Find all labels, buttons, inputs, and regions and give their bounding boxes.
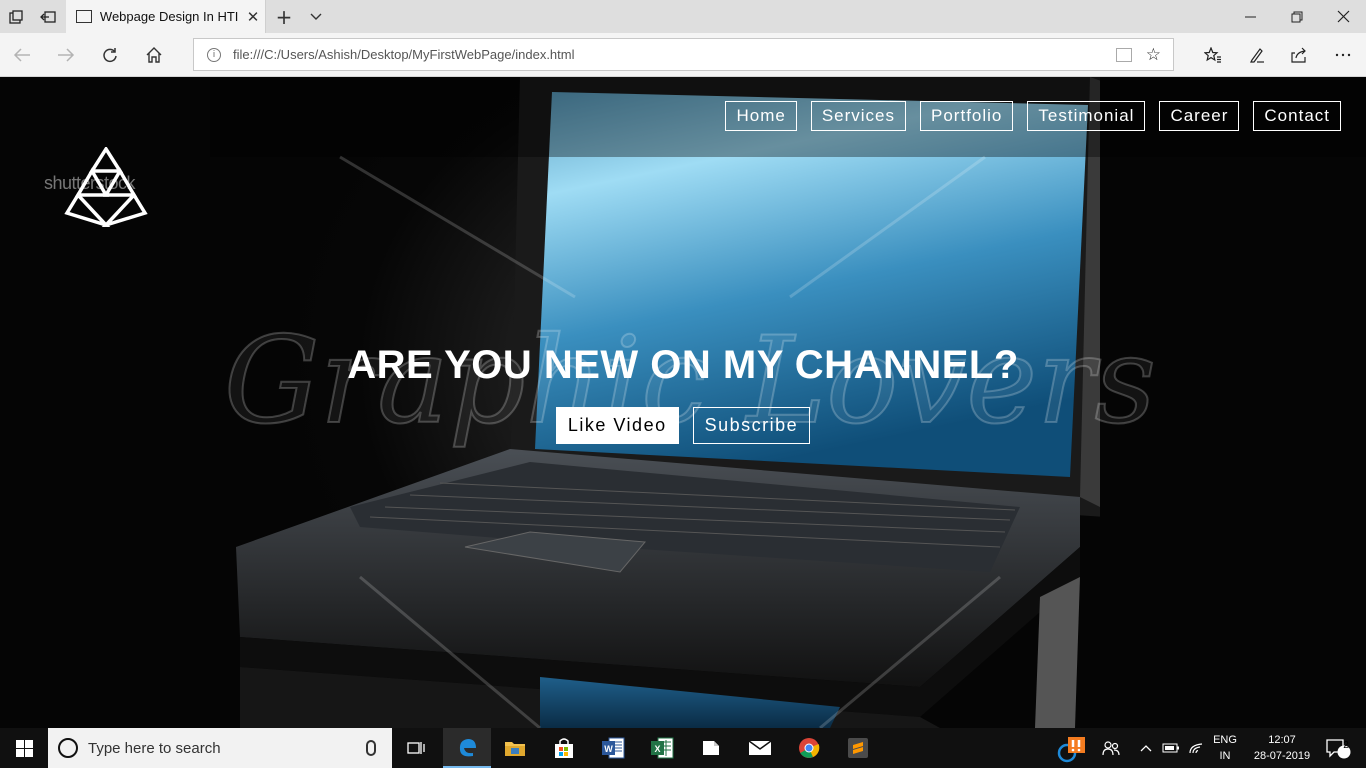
search-placeholder: Type here to search bbox=[88, 739, 221, 757]
cortana-icon bbox=[58, 738, 78, 758]
info-icon[interactable]: i bbox=[207, 47, 221, 62]
nav-contact-link[interactable]: Contact bbox=[1253, 101, 1341, 131]
clock-date: 28-07-2019 bbox=[1253, 750, 1311, 762]
windows-taskbar: Type here to search W X ENG IN 12:07 28-… bbox=[0, 728, 1366, 768]
nav-testimonial-link[interactable]: Testimonial bbox=[1027, 101, 1146, 131]
task-view-icon[interactable] bbox=[392, 728, 440, 768]
hero-section: ARE YOU NEW ON MY CHANNEL? bbox=[0, 343, 1366, 388]
windows-start-icon[interactable] bbox=[0, 728, 48, 768]
hero-buttons: Like Video Subscribe bbox=[0, 407, 1366, 444]
like-video-button[interactable]: Like Video bbox=[555, 407, 679, 444]
nav-home-link[interactable]: Home bbox=[725, 101, 797, 131]
main-nav: Home Services Portfolio Testimonial Care… bbox=[725, 101, 1341, 131]
language-region: IN bbox=[1219, 750, 1231, 762]
refresh-icon[interactable] bbox=[94, 39, 126, 71]
chevron-down-icon[interactable] bbox=[304, 0, 328, 33]
minimize-button[interactable] bbox=[1228, 0, 1274, 33]
battery-icon[interactable] bbox=[1160, 728, 1182, 768]
more-options-icon[interactable] bbox=[1326, 39, 1360, 71]
file-explorer-icon[interactable] bbox=[491, 728, 539, 768]
close-tab-icon[interactable]: ✕ bbox=[241, 8, 265, 26]
browser-toolbar: i file:///C:/Users/Ashish/Desktop/MyFirs… bbox=[0, 33, 1366, 77]
restore-button[interactable] bbox=[1274, 0, 1320, 33]
nav-services-link[interactable]: Services bbox=[810, 101, 907, 131]
action-center-icon[interactable]: 2 bbox=[1318, 728, 1358, 768]
clock-time: 12:07 bbox=[1268, 734, 1296, 746]
browser-tab[interactable]: Webpage Design In HTI ✕ bbox=[66, 0, 266, 33]
notepad-icon[interactable] bbox=[687, 728, 735, 768]
nav-portfolio-link[interactable]: Portfolio bbox=[920, 101, 1014, 131]
wifi-icon[interactable] bbox=[1184, 728, 1208, 768]
sublime-text-icon[interactable] bbox=[834, 728, 882, 768]
excel-icon[interactable]: X bbox=[638, 728, 686, 768]
tab-preview-icon[interactable] bbox=[0, 0, 32, 33]
address-bar[interactable]: i file:///C:/Users/Ashish/Desktop/MyFirs… bbox=[193, 38, 1174, 71]
word-icon[interactable]: W bbox=[589, 728, 637, 768]
system-clock[interactable]: 12:07 28-07-2019 bbox=[1250, 728, 1314, 768]
favorites-hub-icon[interactable] bbox=[1196, 39, 1230, 71]
language-code: ENG bbox=[1213, 734, 1237, 746]
url-text[interactable]: file:///C:/Users/Ashish/Desktop/MyFirstW… bbox=[233, 47, 1116, 62]
favorite-star-icon[interactable]: ☆ bbox=[1146, 45, 1161, 65]
close-window-button[interactable] bbox=[1320, 0, 1366, 33]
forward-icon[interactable] bbox=[50, 39, 82, 71]
tab-title: Webpage Design In HTI bbox=[99, 9, 239, 24]
new-tab-button[interactable]: + bbox=[272, 0, 296, 33]
webpage-viewport: Graphic Lovers shutterstock Home Service… bbox=[0, 77, 1366, 728]
share-icon[interactable] bbox=[1282, 39, 1316, 71]
reading-view-icon[interactable] bbox=[1115, 47, 1132, 62]
mail-icon[interactable] bbox=[736, 728, 784, 768]
site-logo[interactable]: shutterstock bbox=[44, 147, 168, 227]
logo-triangle-icon bbox=[64, 147, 148, 227]
chevron-up-icon[interactable] bbox=[1136, 728, 1156, 768]
back-icon[interactable] bbox=[6, 39, 38, 71]
subscribe-button[interactable]: Subscribe bbox=[692, 407, 811, 444]
svg-text:W: W bbox=[604, 744, 613, 754]
input-language-indicator[interactable]: ENG IN bbox=[1208, 728, 1242, 768]
edge-browser-icon[interactable] bbox=[443, 728, 491, 768]
set-tabs-aside-icon[interactable] bbox=[32, 0, 64, 33]
taskbar-search-box[interactable]: Type here to search bbox=[48, 728, 392, 768]
hero-heading: ARE YOU NEW ON MY CHANNEL? bbox=[347, 343, 1019, 387]
pen-icon[interactable] bbox=[1240, 39, 1274, 71]
chrome-icon[interactable] bbox=[785, 728, 833, 768]
store-icon[interactable] bbox=[540, 728, 588, 768]
home-icon[interactable] bbox=[138, 39, 170, 71]
nav-career-link[interactable]: Career bbox=[1159, 101, 1240, 131]
browser-title-bar: Webpage Design In HTI ✕ + bbox=[0, 0, 1366, 33]
notification-count-badge: 2 bbox=[1343, 740, 1349, 751]
microphone-icon[interactable] bbox=[366, 740, 376, 756]
svg-text:X: X bbox=[654, 744, 660, 754]
page-icon bbox=[76, 10, 92, 23]
people-icon[interactable] bbox=[1098, 728, 1124, 768]
laptop-background-image bbox=[236, 77, 1100, 728]
notification-app-icon[interactable] bbox=[1054, 728, 1088, 768]
